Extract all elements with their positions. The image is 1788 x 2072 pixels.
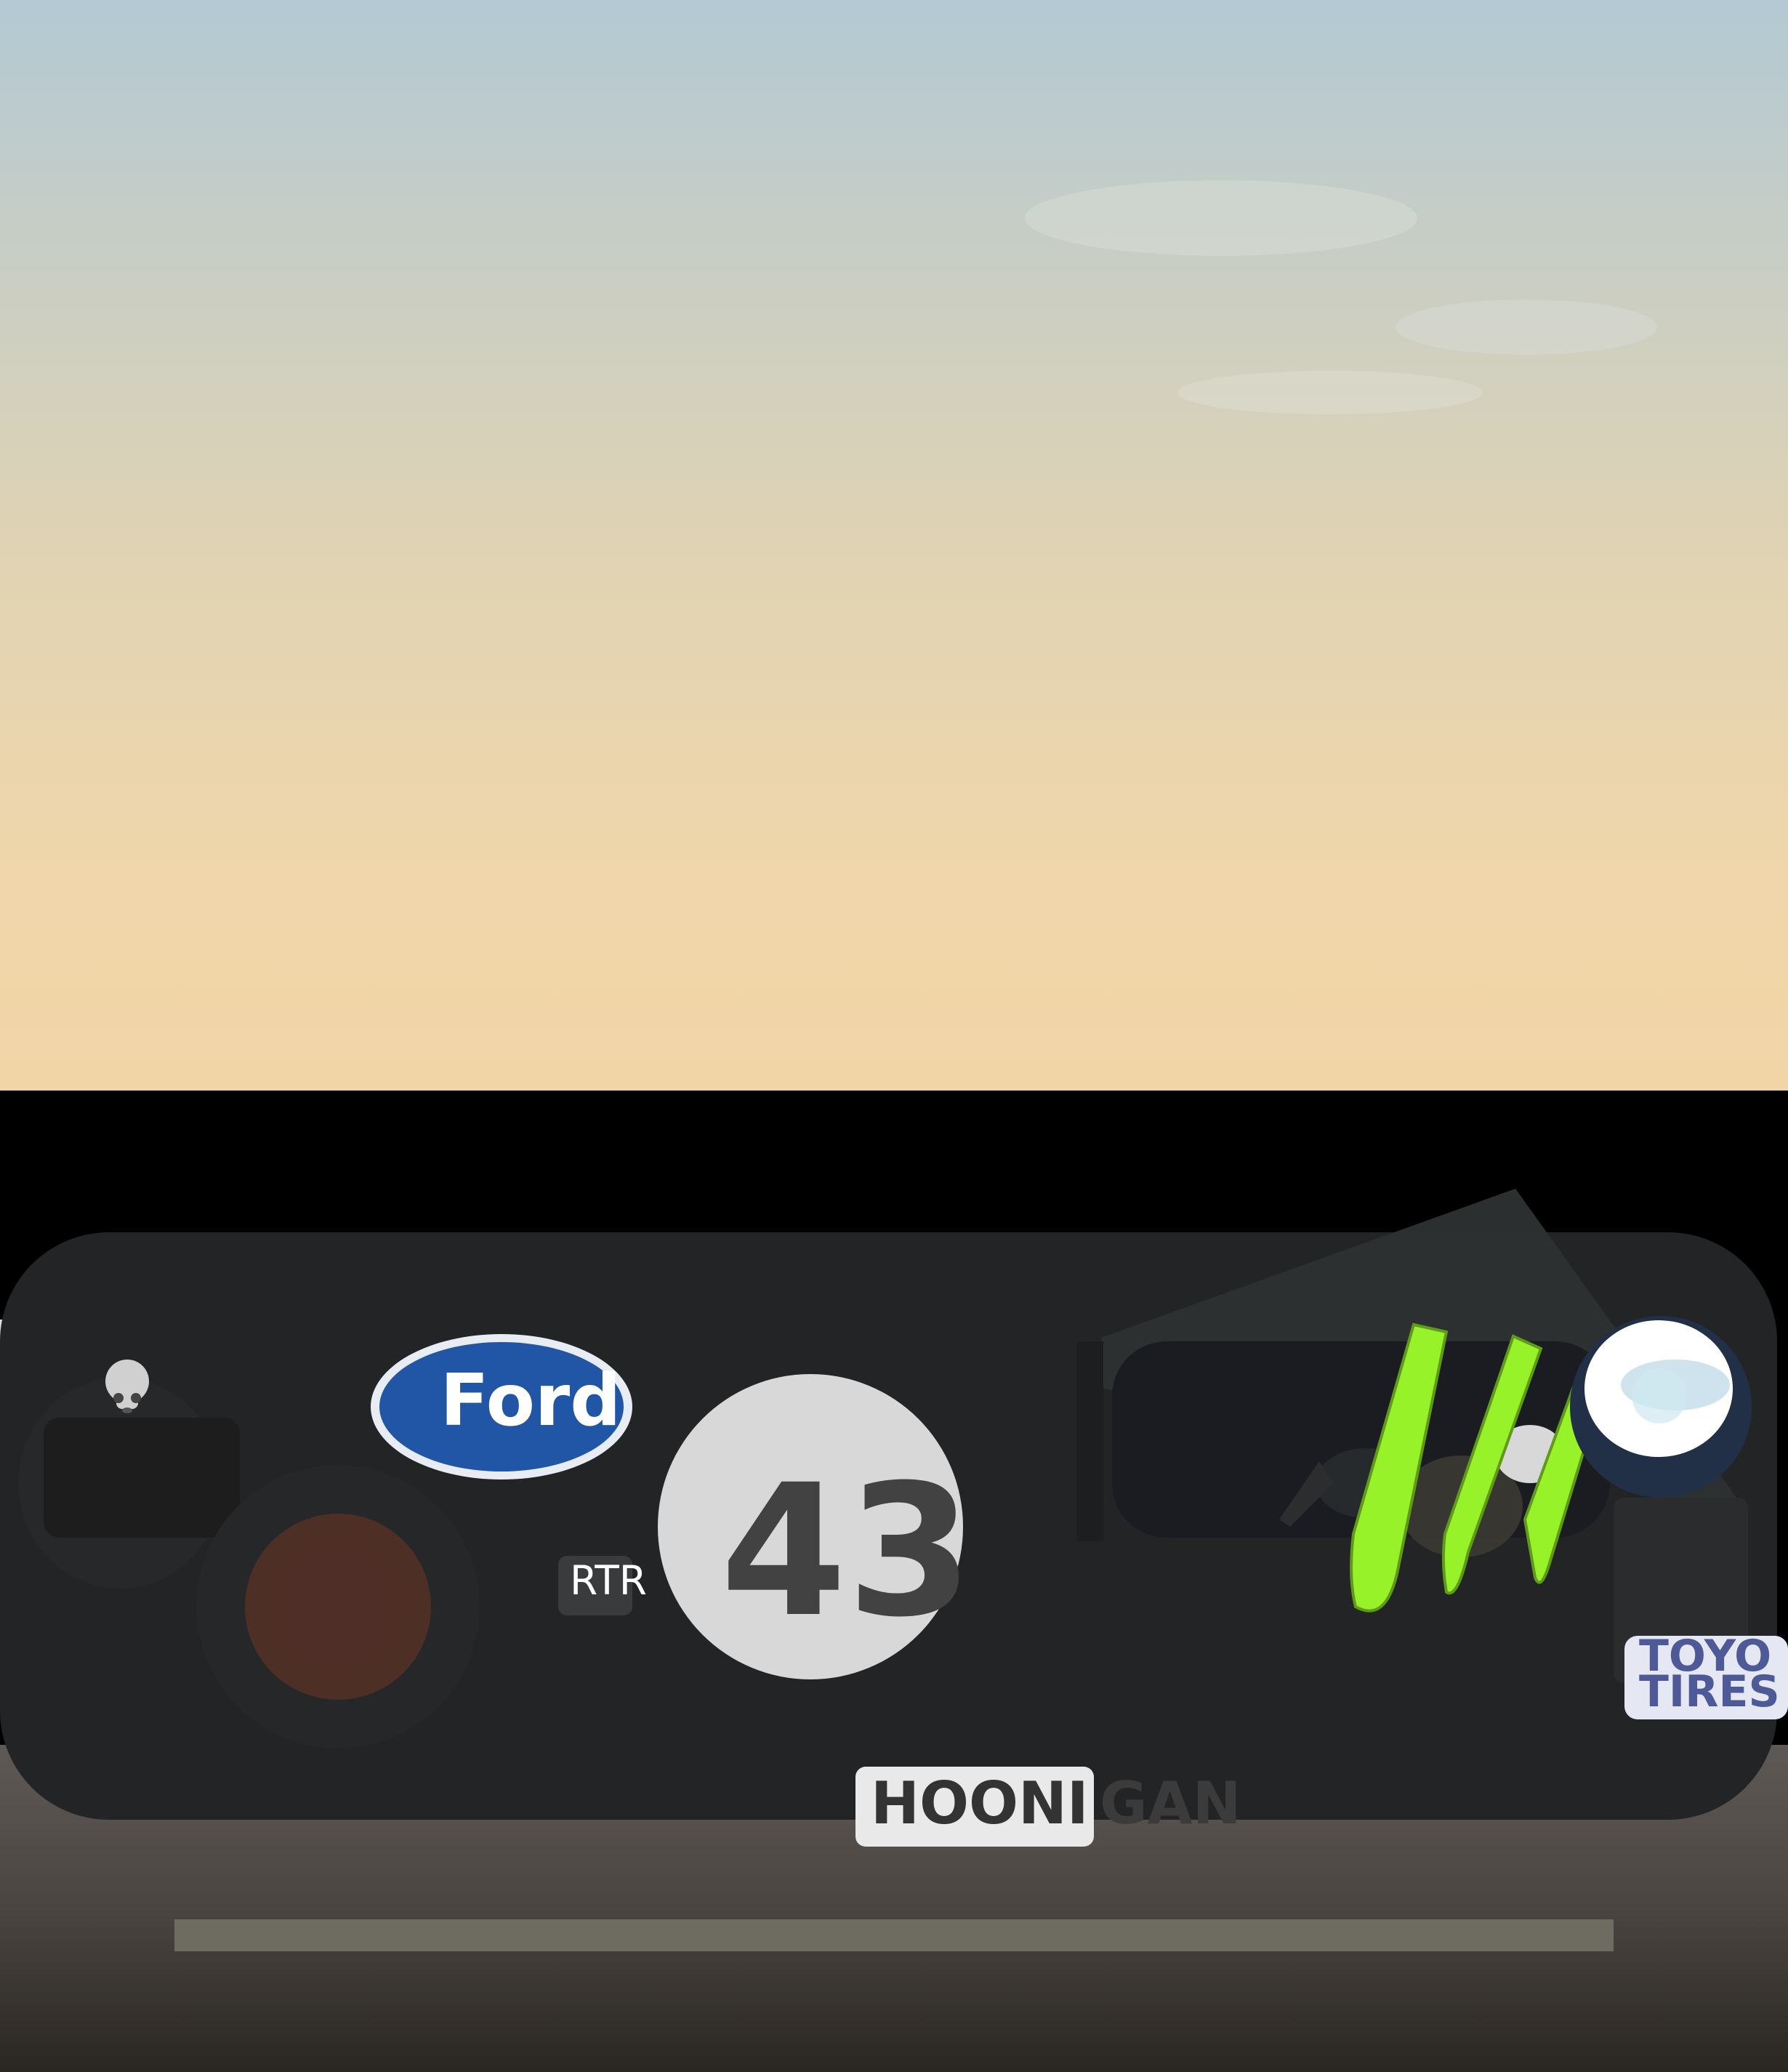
toyo-line2: TIRES xyxy=(1639,1666,1780,1717)
car-illustration: Ford 43 RTR TOYO TIRES HOONI GAN xyxy=(0,0,1788,2072)
tail-light-inner xyxy=(274,1543,402,1671)
hoonigan-part2: GAN xyxy=(1100,1770,1241,1837)
ford-logo: Ford xyxy=(371,1334,632,1479)
cloud xyxy=(1177,371,1483,414)
fender-flare xyxy=(44,1418,240,1538)
road-stripe xyxy=(174,1919,1614,1951)
hoonigan-part1: HOONI xyxy=(871,1770,1089,1837)
ford-logo-text: Ford xyxy=(440,1360,621,1442)
toyo-tires-decal: TOYO TIRES xyxy=(1624,1631,1788,1719)
sky xyxy=(0,0,1788,1091)
pillar xyxy=(1077,1341,1103,1541)
rtr-badge-text: RTR xyxy=(570,1557,647,1604)
cloud xyxy=(1396,300,1657,355)
cloud xyxy=(1025,180,1417,256)
hoonigan-decal: HOONI GAN xyxy=(855,1767,1241,1847)
race-number-text: 43 xyxy=(720,1445,973,1657)
headlight xyxy=(1570,1316,1752,1498)
